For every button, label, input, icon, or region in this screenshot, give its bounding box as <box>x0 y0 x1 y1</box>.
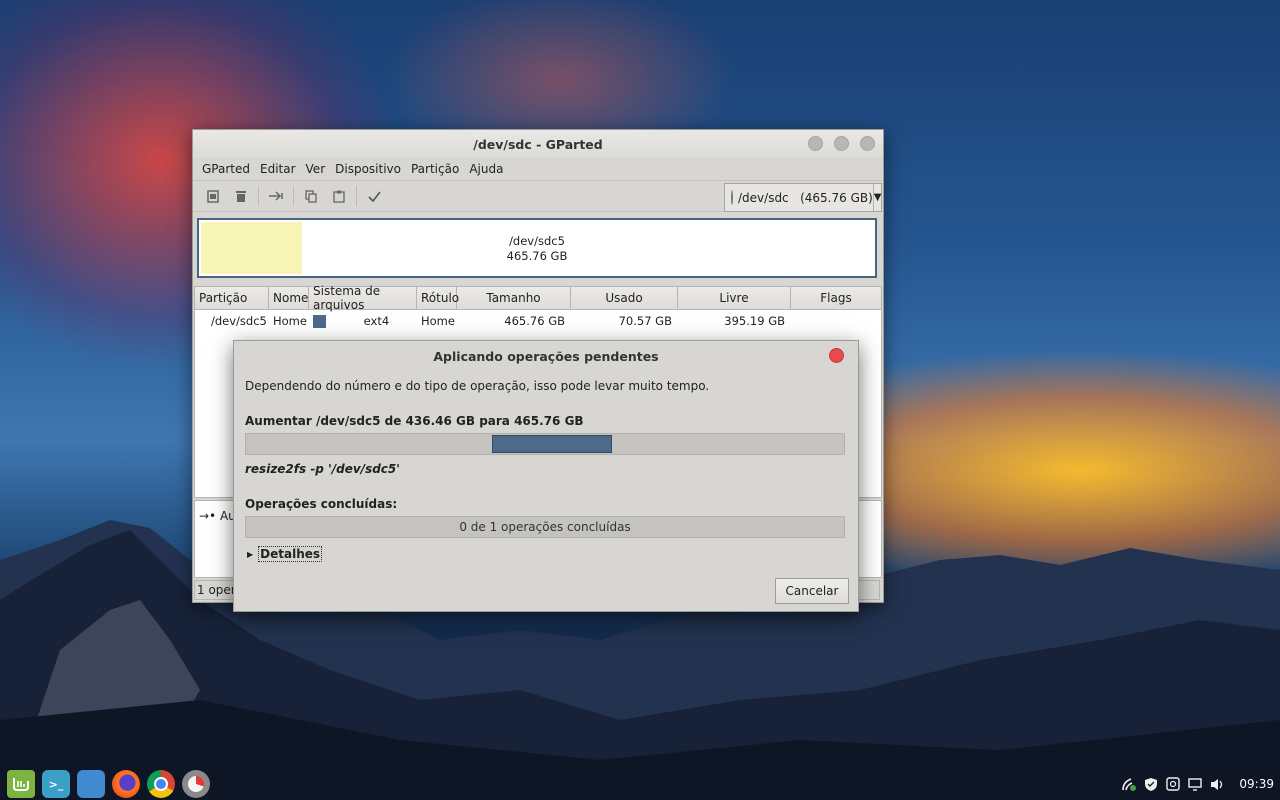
cell-fs: ext4 <box>363 314 390 328</box>
maximize-button[interactable] <box>834 136 849 151</box>
expander-triangle-icon: ▶ <box>247 549 254 559</box>
col-nome[interactable]: Nome <box>269 287 309 309</box>
details-expander[interactable]: ▶ Detalhes <box>247 546 323 562</box>
disk-map-label: /dev/sdc5 465.76 GB <box>199 234 875 264</box>
mint-menu-icon[interactable] <box>7 770 35 798</box>
completed-progress-text: 0 de 1 operações concluídas <box>459 520 631 534</box>
completed-progress-bar: 0 de 1 operações concluídas <box>245 516 845 538</box>
toolbar-separator <box>258 186 259 206</box>
terminal-prompt-icon: >_ <box>48 777 64 791</box>
toolbar-separator <box>293 186 294 206</box>
disk-map-partition: /dev/sdc5 <box>509 234 565 248</box>
menu-particao[interactable]: Partição <box>406 162 464 176</box>
menu-ajuda[interactable]: Ajuda <box>464 162 508 176</box>
minimize-button[interactable] <box>808 136 823 151</box>
display-icon[interactable] <box>1187 776 1203 792</box>
cell-nome: Home <box>273 314 307 328</box>
dialog-titlebar: Aplicando operações pendentes <box>234 341 858 371</box>
firefox-icon[interactable] <box>112 770 140 798</box>
completed-label: Operações concluídas: <box>245 497 398 511</box>
operation-progress-pulse <box>492 435 612 453</box>
menu-gparted[interactable]: GParted <box>197 162 255 176</box>
resize-move-icon[interactable] <box>262 183 290 209</box>
resize-move-icon: →• <box>199 509 217 523</box>
system-tray: 09:39 <box>1121 768 1280 800</box>
menu-dispositivo[interactable]: Dispositivo <box>330 162 406 176</box>
chrome-icon[interactable] <box>147 770 175 798</box>
chevron-down-icon: ▼ <box>872 184 882 211</box>
dialog-description: Dependendo do número e do tipo de operaç… <box>245 379 710 393</box>
col-sistema[interactable]: Sistema de arquivos <box>309 284 417 312</box>
menu-ver[interactable]: Ver <box>301 162 331 176</box>
cancel-button[interactable]: Cancelar <box>775 578 849 604</box>
cell-rotulo: Home <box>421 314 455 328</box>
col-rotulo[interactable]: Rótulo <box>417 287 459 309</box>
dialog-title: Aplicando operações pendentes <box>433 348 659 364</box>
terminal-icon[interactable]: >_ <box>42 770 70 798</box>
cell-livre: 395.19 GB <box>724 314 785 328</box>
operation-progress-bar <box>245 433 845 455</box>
gparted-icon[interactable] <box>182 770 210 798</box>
delete-icon[interactable] <box>227 183 255 209</box>
close-button[interactable] <box>860 136 875 151</box>
new-partition-icon[interactable] <box>199 183 227 209</box>
device-selector[interactable]: /dev/sdc (465.76 GB) ▼ <box>724 183 882 212</box>
cell-sistema: ext4 <box>309 314 417 328</box>
table-row[interactable]: /dev/sdc5 Home ext4 Home 465.76 GB 70.57… <box>195 310 881 332</box>
taskbar: >_ 09:39 <box>0 768 1280 800</box>
cell-tamanho: 465.76 GB <box>504 314 565 328</box>
paste-icon[interactable] <box>325 183 353 209</box>
menubar: GParted Editar Ver Dispositivo Partição … <box>193 158 883 180</box>
volume-icon[interactable] <box>1209 776 1225 792</box>
fs-color-swatch <box>313 315 326 328</box>
col-particao[interactable]: Partição <box>195 287 269 309</box>
cell-usado: 70.57 GB <box>618 314 672 328</box>
cell-particao: /dev/sdc5 <box>211 314 267 328</box>
disk-map[interactable]: /dev/sdc5 465.76 GB <box>197 218 877 278</box>
window-title: /dev/sdc - GParted <box>473 136 603 152</box>
update-manager-icon[interactable] <box>1121 776 1137 792</box>
titlebar: /dev/sdc - GParted <box>193 130 883 158</box>
apply-icon[interactable] <box>360 183 388 209</box>
dialog-close-button[interactable] <box>829 348 844 363</box>
current-command: resize2fs -p '/dev/sdc5' <box>245 462 400 476</box>
menu-editar[interactable]: Editar <box>255 162 301 176</box>
col-livre[interactable]: Livre <box>678 287 791 309</box>
table-header: Partição Nome Sistema de arquivos Rótulo… <box>195 284 881 312</box>
clock[interactable]: 09:39 <box>1239 777 1274 791</box>
copy-icon[interactable] <box>297 183 325 209</box>
disk-map-size: 465.76 GB <box>506 249 568 263</box>
files-icon[interactable] <box>77 770 105 798</box>
current-operation: Aumentar /dev/sdc5 de 436.46 GB para 465… <box>245 414 584 428</box>
drive-icon[interactable] <box>1165 776 1181 792</box>
toolbar: /dev/sdc (465.76 GB) ▼ <box>193 180 883 212</box>
toolbar-separator <box>356 186 357 206</box>
device-label: /dev/sdc (465.76 GB) <box>738 190 873 205</box>
col-tamanho[interactable]: Tamanho <box>457 287 571 309</box>
col-usado[interactable]: Usado <box>571 287 678 309</box>
details-label: Detalhes <box>258 546 323 562</box>
apply-operations-dialog: Aplicando operações pendentes Dependendo… <box>233 340 859 612</box>
disk-icon <box>731 190 733 205</box>
col-flags[interactable]: Flags <box>791 287 881 309</box>
shield-icon[interactable] <box>1143 776 1159 792</box>
